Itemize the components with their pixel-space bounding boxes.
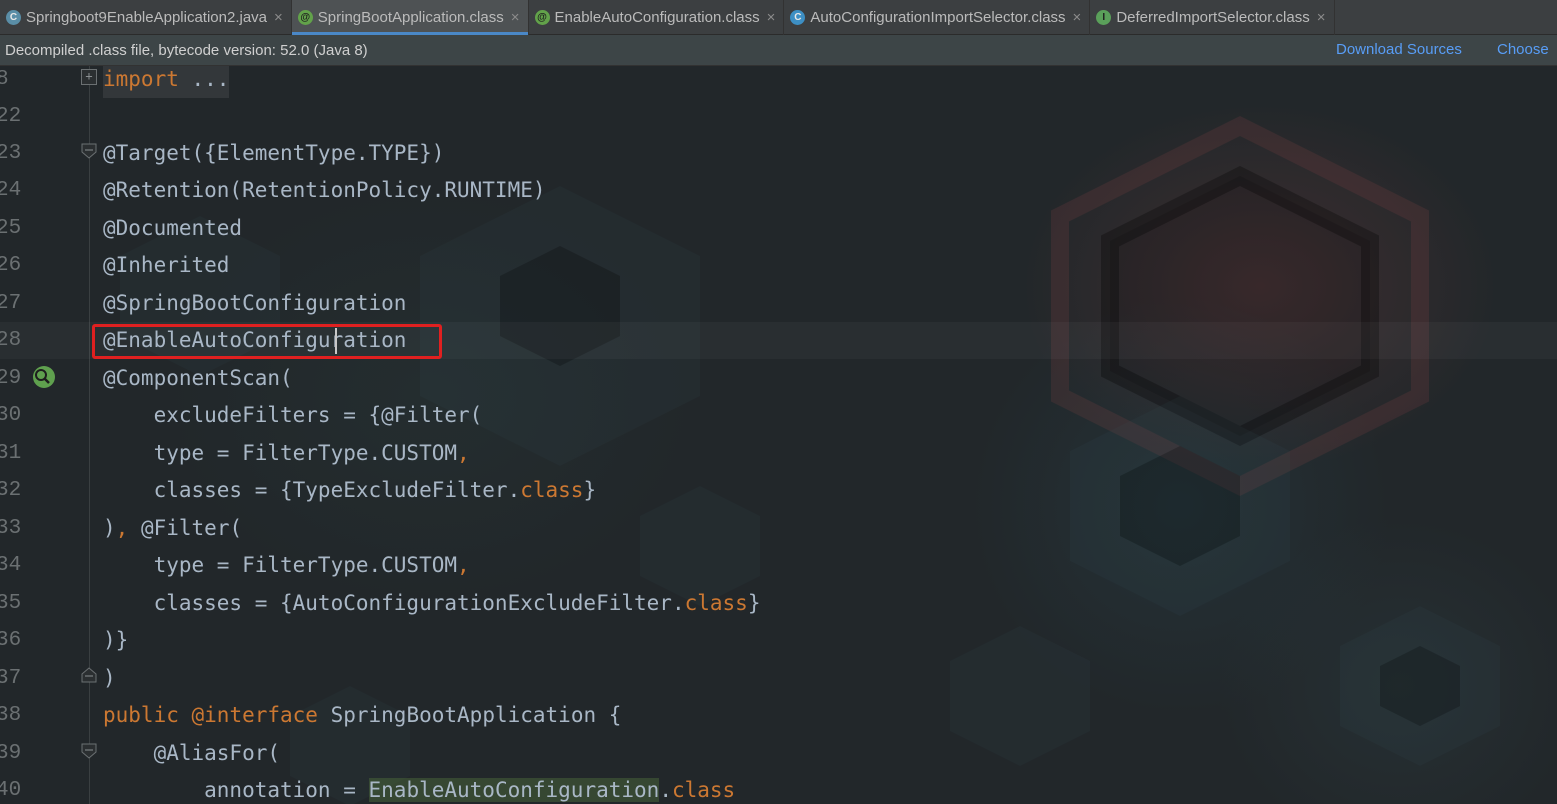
code-line: 22	[0, 98, 1557, 135]
code-text: )}	[103, 628, 129, 652]
tab-label: SpringBootApplication.class	[317, 9, 504, 26]
tab-springboot9enableapplication2[interactable]: C Springboot9EnableApplication2.java ×	[0, 0, 292, 35]
code-line: 30 excludeFilters = {@Filter(	[0, 397, 1557, 434]
collapse-fold-icon[interactable]	[81, 667, 97, 683]
line-number: 27	[0, 292, 22, 315]
code-line: 35 classes = {AutoConfigurationExcludeFi…	[0, 585, 1557, 622]
code-line: 26 @Inherited	[0, 247, 1557, 284]
code-text: @Retention(RetentionPolicy.RUNTIME)	[103, 178, 546, 202]
code-line: 37 )	[0, 660, 1557, 697]
java-class-icon: C	[6, 10, 21, 25]
annotation-icon: @	[534, 10, 550, 25]
collapse-fold-icon[interactable]	[81, 743, 97, 759]
tab-autoconfigurationimportselector[interactable]: C AutoConfigurationImportSelector.class …	[784, 0, 1091, 35]
code-text: classes = {TypeExcludeFilter.class}	[103, 478, 597, 502]
line-number: 24	[0, 179, 22, 202]
decompiled-banner: Decompiled .class file, bytecode version…	[0, 35, 1557, 66]
download-sources-link[interactable]: Download Sources	[1336, 41, 1462, 58]
line-number: 38	[0, 704, 22, 727]
code-line: 40 annotation = EnableAutoConfiguration.…	[0, 772, 1557, 804]
line-number: 32	[0, 479, 22, 502]
code-line: 31 type = FilterType.CUSTOM,	[0, 435, 1557, 472]
code-line: 8 import ...	[0, 66, 1557, 98]
code-text: import ...	[103, 66, 230, 98]
code-text: @Inherited	[103, 253, 230, 277]
code-text: @Target({ElementType.TYPE})	[103, 141, 445, 165]
tab-label: DeferredImportSelector.class	[1116, 9, 1310, 26]
line-number: 40	[0, 779, 22, 802]
line-number: 37	[0, 667, 22, 690]
code-line: 36 )}	[0, 622, 1557, 659]
code-line: 38 public @interface SpringBootApplicati…	[0, 697, 1557, 734]
close-icon[interactable]: ×	[1073, 9, 1082, 26]
close-icon[interactable]: ×	[767, 9, 776, 26]
line-number: 34	[0, 554, 22, 577]
line-number: 36	[0, 629, 22, 652]
tab-label: AutoConfigurationImportSelector.class	[810, 9, 1066, 26]
close-icon[interactable]: ×	[511, 9, 520, 26]
annotation-icon: @	[297, 10, 313, 25]
tab-enableautoconfiguration[interactable]: @ EnableAutoConfiguration.class ×	[529, 0, 785, 35]
close-icon[interactable]: ×	[1317, 9, 1326, 26]
highlight-box	[92, 324, 442, 359]
import-keyword: import	[103, 67, 179, 91]
code-text: annotation = EnableAutoConfiguration.cla…	[103, 778, 736, 802]
line-number: 28	[0, 329, 22, 352]
line-number: 22	[0, 105, 22, 128]
code-line: 27 @SpringBootConfiguration	[0, 285, 1557, 322]
expand-fold-icon[interactable]: +	[81, 69, 97, 85]
editor-tab-bar: C Springboot9EnableApplication2.java × @…	[0, 0, 1557, 35]
code-text: ), @Filter(	[103, 516, 243, 540]
collapse-fold-icon[interactable]	[81, 143, 97, 159]
close-icon[interactable]: ×	[274, 9, 283, 26]
tab-label: EnableAutoConfiguration.class	[554, 9, 760, 26]
code-text: classes = {AutoConfigurationExcludeFilte…	[103, 591, 761, 615]
code-text: @AliasFor(	[103, 741, 281, 765]
line-number: 23	[0, 142, 22, 165]
code-line: 23 @Target({ElementType.TYPE})	[0, 135, 1557, 172]
interface-icon: I	[1096, 10, 1112, 25]
line-number: 31	[0, 442, 22, 465]
line-number: 29	[0, 367, 22, 390]
class-icon: C	[790, 10, 806, 25]
line-number: 8	[0, 68, 9, 91]
code-text: excludeFilters = {@Filter(	[103, 403, 483, 427]
decompiled-message: Decompiled .class file, bytecode version…	[5, 41, 368, 59]
tab-springbootapplication[interactable]: @ SpringBootApplication.class ×	[291, 0, 529, 35]
find-usages-icon[interactable]	[30, 364, 56, 390]
code-text: @Documented	[103, 216, 243, 240]
code-line: 39 @AliasFor(	[0, 735, 1557, 772]
code-line: 32 classes = {TypeExcludeFilter.class}	[0, 472, 1557, 509]
code-editor[interactable]: 8 import ... + 22 23 @Target({ElementTyp…	[0, 66, 1557, 804]
code-line: 25 @Documented	[0, 210, 1557, 247]
code-text: @SpringBootConfiguration	[103, 291, 407, 315]
line-number: 30	[0, 404, 22, 427]
code-text: type = FilterType.CUSTOM,	[103, 441, 470, 465]
code-line: 29 @ComponentScan(	[0, 360, 1557, 397]
code-line: 34 type = FilterType.CUSTOM,	[0, 547, 1557, 584]
code-text: type = FilterType.CUSTOM,	[103, 553, 470, 577]
line-number: 39	[0, 742, 22, 765]
line-number: 35	[0, 592, 22, 615]
code-text: public @interface SpringBootApplication …	[103, 703, 622, 727]
tab-deferredimportselector[interactable]: I DeferredImportSelector.class ×	[1090, 0, 1335, 35]
line-number: 25	[0, 217, 22, 240]
line-number: 26	[0, 254, 22, 277]
code-text: )	[103, 666, 116, 690]
text-caret	[335, 328, 337, 354]
code-line: 24 @Retention(RetentionPolicy.RUNTIME)	[0, 172, 1557, 209]
code-text: @ComponentScan(	[103, 366, 293, 390]
line-number: 33	[0, 517, 22, 540]
choose-sources-link[interactable]: Choose	[1497, 41, 1549, 58]
code-line: 33 ), @Filter(	[0, 510, 1557, 547]
tab-label: Springboot9EnableApplication2.java	[26, 9, 268, 26]
